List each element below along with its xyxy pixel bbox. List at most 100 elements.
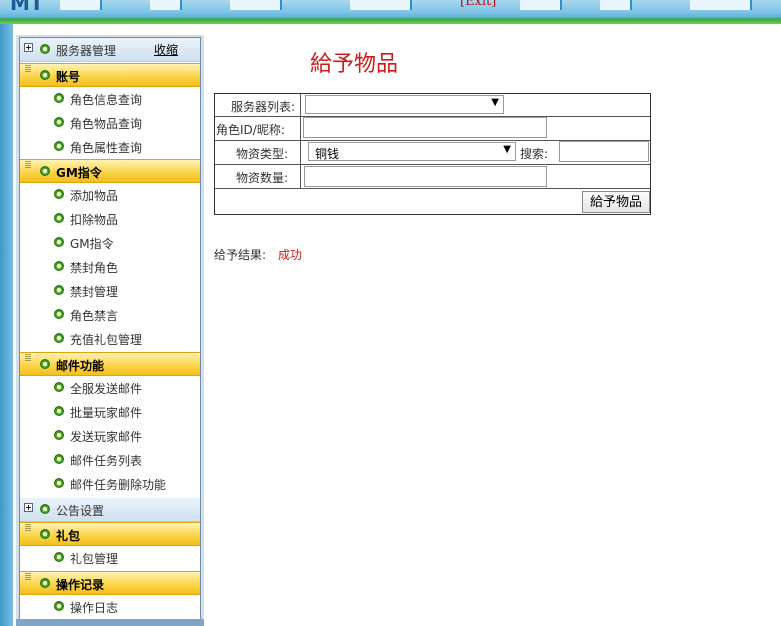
sidebar-item-send-player-mail[interactable]: 发送玩家邮件 bbox=[20, 424, 200, 448]
server-select[interactable]: ▼ bbox=[305, 95, 504, 114]
sidebar-group-announcement-settings[interactable]: 公告设置 bbox=[20, 498, 200, 522]
form-row-quantity: 物资数量: bbox=[215, 164, 650, 189]
sidebar-item-ban-management[interactable]: 禁封管理 bbox=[20, 279, 200, 303]
sidebar-item-gm-command[interactable]: GM指令 bbox=[20, 231, 200, 255]
sidebar-item-label: GM指令 bbox=[70, 237, 114, 251]
sidebar-item-label: 充值礼包管理 bbox=[70, 333, 143, 347]
banner-logo: MT bbox=[10, 0, 44, 15]
sidebar-item-role-info-query[interactable]: 角色信息查询 bbox=[20, 87, 200, 111]
sidebar-item-role-attributes-query[interactable]: 角色属性查询 bbox=[20, 135, 200, 159]
form-column-divider bbox=[300, 94, 301, 188]
plus-box-icon[interactable] bbox=[24, 43, 33, 52]
sidebar-item-label: 礼包管理 bbox=[70, 552, 119, 566]
sidebar-item-deduct-items[interactable]: 扣除物品 bbox=[20, 207, 200, 231]
green-circle-icon bbox=[54, 406, 64, 416]
sidebar-group-label: 礼包 bbox=[56, 529, 81, 543]
green-circle-icon bbox=[40, 504, 50, 514]
collapse-link[interactable]: 收缩 bbox=[154, 41, 178, 58]
quantity-label: 物资数量: bbox=[236, 171, 289, 185]
sidebar-item-role-items-query[interactable]: 角色物品查询 bbox=[20, 111, 200, 135]
green-circle-icon bbox=[54, 93, 64, 103]
form-row-type: 物资类型: 铜钱 ▼ 搜索: bbox=[215, 140, 650, 165]
green-circle-icon bbox=[40, 529, 50, 539]
page-title: 給予物品 bbox=[310, 52, 399, 77]
sidebar-group-label: 邮件功能 bbox=[56, 359, 105, 373]
green-circle-icon bbox=[54, 309, 64, 319]
sidebar-item-label: 全服发送邮件 bbox=[70, 382, 143, 396]
sidebar-item-operation-log[interactable]: 操作日志 bbox=[20, 595, 200, 619]
banner-decoration bbox=[60, 0, 102, 10]
sidebar-group-server-management[interactable]: 服务器管理 收缩 bbox=[20, 38, 200, 62]
sidebar-group-label: 操作记录 bbox=[56, 578, 105, 592]
green-circle-icon bbox=[54, 601, 64, 611]
tree-dots-icon bbox=[25, 573, 31, 581]
search-label: 搜索: bbox=[520, 147, 549, 161]
sidebar-item-label: 禁封角色 bbox=[70, 261, 119, 275]
sidebar-item-label: 角色禁言 bbox=[70, 309, 119, 323]
dropdown-arrow-icon: ▼ bbox=[503, 144, 511, 155]
form-row-server: 服务器列表: ▼ bbox=[215, 94, 650, 117]
dropdown-arrow-icon: ▼ bbox=[491, 97, 499, 108]
server-label: 服务器列表: bbox=[231, 100, 296, 114]
sidebar-item-add-items[interactable]: 添加物品 bbox=[20, 183, 200, 207]
tree-dots-icon bbox=[25, 65, 31, 73]
sidebar-item-label: 邮件任务删除功能 bbox=[70, 478, 167, 492]
sidebar-item-gift-management[interactable]: 礼包管理 bbox=[20, 546, 200, 570]
tree-dots-icon bbox=[25, 161, 31, 169]
sidebar-group-account[interactable]: 账号 bbox=[20, 63, 200, 87]
give-item-button[interactable]: 給予物品 bbox=[582, 191, 650, 213]
sidebar-item-label: 添加物品 bbox=[70, 189, 119, 203]
green-circle-icon bbox=[54, 213, 64, 223]
sidebar-item-mail-task-delete[interactable]: 邮件任务删除功能 bbox=[20, 472, 200, 496]
tree-dots-icon bbox=[25, 524, 31, 532]
exit-link[interactable]: [Exit] bbox=[460, 0, 496, 9]
sidebar-bottom-bar bbox=[16, 619, 204, 626]
give-item-form: 服务器列表: ▼ 角色ID/昵称: 物资类型: 铜钱 ▼ 搜索: 物资数量: 給… bbox=[214, 93, 651, 215]
sidebar-item-label: 扣除物品 bbox=[70, 213, 119, 227]
green-circle-icon bbox=[54, 430, 64, 440]
type-select-value: 铜钱 bbox=[315, 147, 340, 161]
role-input[interactable] bbox=[303, 117, 547, 138]
sidebar-group-gm-commands[interactable]: GM指令 bbox=[20, 159, 200, 183]
sidebar-item-mail-task-list[interactable]: 邮件任务列表 bbox=[20, 448, 200, 472]
banner-decoration bbox=[520, 0, 562, 10]
green-circle-icon bbox=[54, 333, 64, 343]
sidebar-item-label: 操作日志 bbox=[70, 601, 119, 615]
sidebar-item-label: 批量玩家邮件 bbox=[70, 406, 143, 420]
sidebar-item-label: 角色物品查询 bbox=[70, 117, 143, 131]
green-circle-icon bbox=[54, 285, 64, 295]
sidebar-item-label: 角色属性查询 bbox=[70, 141, 143, 155]
sidebar-item-label: 发送玩家邮件 bbox=[70, 430, 143, 444]
sidebar-group-mail[interactable]: 邮件功能 bbox=[20, 352, 200, 376]
result-value: 成功 bbox=[278, 248, 303, 262]
sidebar-item-server-wide-mail[interactable]: 全服发送邮件 bbox=[20, 376, 200, 400]
sidebar-group-label: 账号 bbox=[56, 70, 81, 84]
sidebar-item-ban-role[interactable]: 禁封角色 bbox=[20, 255, 200, 279]
sidebar-group-operation-log[interactable]: 操作记录 bbox=[20, 571, 200, 595]
sidebar-item-role-mute[interactable]: 角色禁言 bbox=[20, 303, 200, 327]
banner-decoration bbox=[150, 0, 182, 10]
green-circle-icon bbox=[54, 552, 64, 562]
green-circle-icon bbox=[54, 237, 64, 247]
sidebar-group-gift[interactable]: 礼包 bbox=[20, 522, 200, 546]
tree-dots-icon bbox=[25, 354, 31, 362]
result-label: 给予结果: bbox=[214, 248, 267, 262]
banner-decoration bbox=[350, 0, 412, 10]
green-circle-icon bbox=[54, 117, 64, 127]
type-select[interactable]: 铜钱 ▼ bbox=[308, 142, 516, 161]
plus-box-icon[interactable] bbox=[24, 503, 33, 512]
top-banner: MT [Exit] bbox=[0, 0, 781, 24]
search-input[interactable] bbox=[559, 141, 649, 162]
green-circle-icon bbox=[40, 578, 50, 588]
sidebar-item-label: 邮件任务列表 bbox=[70, 454, 143, 468]
sidebar: 服务器管理 收缩 账号 角色信息查询 角色物品查询 角色属性查询 GM指令 添加… bbox=[16, 35, 204, 626]
sidebar-item-recharge-gift-management[interactable]: 充值礼包管理 bbox=[20, 327, 200, 351]
sidebar-menu: 服务器管理 收缩 账号 角色信息查询 角色物品查询 角色属性查询 GM指令 添加… bbox=[19, 37, 201, 622]
sidebar-group-label: GM指令 bbox=[56, 166, 102, 180]
sidebar-item-batch-player-mail[interactable]: 批量玩家邮件 bbox=[20, 400, 200, 424]
green-circle-icon bbox=[54, 189, 64, 199]
quantity-input[interactable] bbox=[304, 166, 547, 187]
sidebar-group-label: 公告设置 bbox=[56, 504, 105, 518]
green-circle-icon bbox=[40, 166, 50, 176]
green-circle-icon bbox=[54, 454, 64, 464]
